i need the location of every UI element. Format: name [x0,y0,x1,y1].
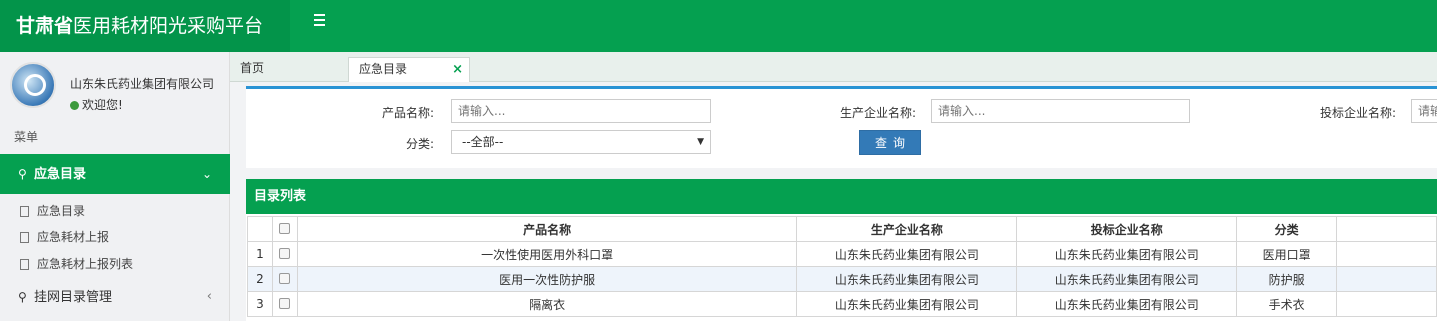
maker-name-input[interactable] [931,99,1190,123]
tab-home[interactable]: 首页 [230,57,348,82]
hamburger-icon[interactable] [314,14,330,29]
bidder-name-cell: 山东朱氏药业集团有限公司 [1016,266,1238,292]
product-name-cell: 一次性使用医用外科口罩 [296,241,798,267]
sidebar-subitem-label: 应急耗材上报列表 [37,257,134,271]
category-cell: 医用口罩 [1236,241,1338,267]
bidder-name-label: 投标企业名称: [1319,106,1396,120]
select-all-header[interactable] [271,216,298,242]
top-bar: 甘肃省医用耗材阳光采购平台 [0,0,1437,52]
menu-label: 菜单 [14,130,39,144]
category-cell: 手术衣 [1236,291,1338,317]
sidebar-subitem-emergency-report[interactable]: 应急耗材上报 [20,228,109,245]
dropdown-arrow-icon: ▼ [697,137,704,147]
empty-cell [1336,241,1437,267]
product-name-label: 产品名称: [381,106,434,120]
category-label: 分类: [405,137,434,151]
row-number: 1 [247,241,273,267]
maker-name-label: 生产企业名称: [839,106,916,120]
maker-name-cell: 山东朱氏药业集团有限公司 [796,266,1018,292]
row-checkbox[interactable] [279,273,291,284]
row-checkbox[interactable] [279,298,291,309]
sidebar-item-label: 挂网目录管理 [34,290,113,305]
product-name-input[interactable] [451,99,711,123]
row-select[interactable] [271,266,298,292]
catalog-table: 产品名称 生产企业名称 投标企业名称 分类 1 一次性使用医用外科口罩 山东朱氏… [247,216,1437,317]
document-icon [20,259,29,270]
catalog-list-panel: 目录列表 产品名称 生产企业名称 投标企业名称 分类 1 一次性使用医用外科口罩… [246,179,1437,321]
chevron-down-icon: ⌄ [201,167,212,181]
empty-cell [1336,291,1437,317]
column-header-empty [1336,216,1437,242]
tab-bar: 首页 应急目录 × [230,52,1437,82]
sidebar-subitem-label: 应急耗材上报 [37,230,110,244]
maker-name-cell: 山东朱氏药业集团有限公司 [796,241,1018,267]
table-header-row: 产品名称 生产企业名称 投标企业名称 分类 [247,216,1437,242]
row-number-header [247,216,273,242]
pin-icon: ⚲ [18,167,27,181]
close-icon[interactable]: × [452,58,463,81]
column-header[interactable]: 投标企业名称 [1016,216,1238,242]
platform-title-province: 甘肃省 [16,15,74,37]
product-name-cell: 隔离衣 [296,291,798,317]
bidder-name-input[interactable] [1411,99,1437,123]
row-number: 3 [247,291,273,317]
user-name: 山东朱氏药业集团有限公司 [70,77,215,91]
sidebar-item-emergency-catalog[interactable]: ⚲ 应急目录 ⌄ [0,154,230,194]
table-row[interactable]: 2 医用一次性防护服 山东朱氏药业集团有限公司 山东朱氏药业集团有限公司 防护服 [247,266,1437,292]
query-button[interactable]: 查询 [859,130,921,155]
empty-cell [1336,266,1437,292]
select-all-checkbox[interactable] [279,223,291,234]
category-cell: 防护服 [1236,266,1338,292]
category-select[interactable]: --全部-- ▼ [451,130,711,154]
platform-title-name: 医用耗材阳光采购平台 [73,15,264,37]
row-checkbox[interactable] [279,248,291,259]
chevron-left-icon: ‹ [206,289,212,304]
tab-label: 应急目录 [359,62,408,76]
table-row[interactable]: 3 隔离衣 山东朱氏药业集团有限公司 山东朱氏药业集团有限公司 手术衣 [247,291,1437,317]
pin-icon: ⚲ [18,290,27,304]
user-panel: 山东朱氏药业集团有限公司 欢迎您! [10,62,220,112]
column-header[interactable]: 产品名称 [296,216,798,242]
tab-emergency-catalog[interactable]: 应急目录 × [348,57,470,82]
welcome-text: 欢迎您! [70,96,123,113]
row-select[interactable] [271,241,298,267]
document-icon [20,206,29,217]
row-number: 2 [247,266,273,292]
sidebar-subitem-emergency-catalog[interactable]: 应急目录 [20,202,85,219]
row-select[interactable] [271,291,298,317]
list-title: 目录列表 [246,179,1437,214]
bidder-name-cell: 山东朱氏药业集团有限公司 [1016,241,1238,267]
bidder-name-cell: 山东朱氏药业集团有限公司 [1016,291,1238,317]
avatar [10,62,56,108]
sidebar: 山东朱氏药业集团有限公司 欢迎您! 菜单 ⚲ 应急目录 ⌄ 应急目录 应急耗材上报… [0,52,230,321]
sidebar-subitem-label: 应急目录 [37,204,86,218]
maker-name-cell: 山东朱氏药业集团有限公司 [796,291,1018,317]
category-selected-value: --全部-- [462,135,504,149]
product-name-cell: 医用一次性防护服 [296,266,798,292]
table-row[interactable]: 1 一次性使用医用外科口罩 山东朱氏药业集团有限公司 山东朱氏药业集团有限公司 … [247,241,1437,267]
search-panel: 产品名称: 生产企业名称: 投标企业名称: 分类: --全部-- ▼ 查询 [246,86,1437,168]
welcome-label: 欢迎您! [82,98,123,112]
online-status-dot-icon [70,101,79,110]
column-header[interactable]: 分类 [1236,216,1338,242]
sidebar-item-listing-catalog[interactable]: ⚲ 挂网目录管理 ‹ [0,282,230,312]
sidebar-subitem-emergency-report-list[interactable]: 应急耗材上报列表 [20,255,133,272]
platform-title: 甘肃省医用耗材阳光采购平台 [0,0,290,52]
sidebar-item-label: 应急目录 [34,167,87,182]
document-icon [20,232,29,243]
column-header[interactable]: 生产企业名称 [796,216,1018,242]
